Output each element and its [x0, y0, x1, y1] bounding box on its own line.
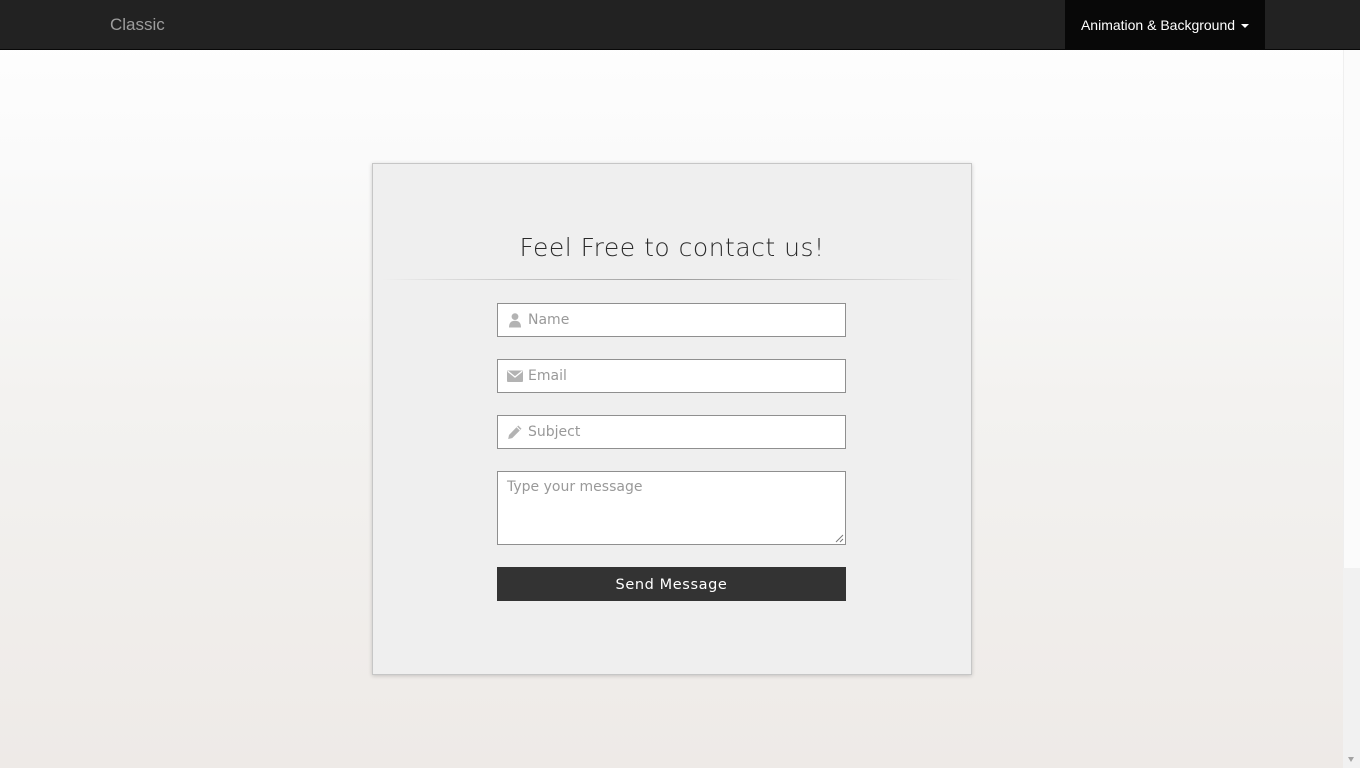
pencil-icon — [508, 425, 522, 439]
message-textarea[interactable] — [497, 471, 846, 545]
dropdown-label: Animation & Background — [1080, 17, 1236, 33]
scroll-down-arrow-icon[interactable] — [1348, 757, 1354, 762]
envelope-icon — [507, 370, 523, 382]
user-icon — [509, 313, 521, 328]
scrollbar-thumb[interactable] — [1343, 50, 1360, 568]
name-field[interactable] — [497, 303, 846, 337]
subject-field[interactable] — [497, 415, 846, 449]
email-input[interactable] — [528, 360, 838, 392]
vertical-scrollbar[interactable] — [1343, 50, 1360, 768]
subject-input[interactable] — [528, 416, 838, 448]
animation-background-dropdown[interactable]: Animation & Background — [1065, 0, 1265, 50]
top-navbar: Classic Animation & Background — [0, 0, 1360, 50]
name-input[interactable] — [528, 304, 838, 336]
caret-down-icon — [1241, 24, 1250, 29]
email-field[interactable] — [497, 359, 846, 393]
send-message-button[interactable]: Send Message — [497, 567, 846, 601]
title-divider — [381, 279, 963, 280]
navbar-brand[interactable]: Classic — [110, 15, 165, 35]
contact-form-card: Feel Free to contact us! Send Message — [372, 163, 972, 675]
resize-grip-icon[interactable] — [834, 533, 844, 543]
contact-form-title: Feel Free to contact us! — [519, 233, 825, 262]
